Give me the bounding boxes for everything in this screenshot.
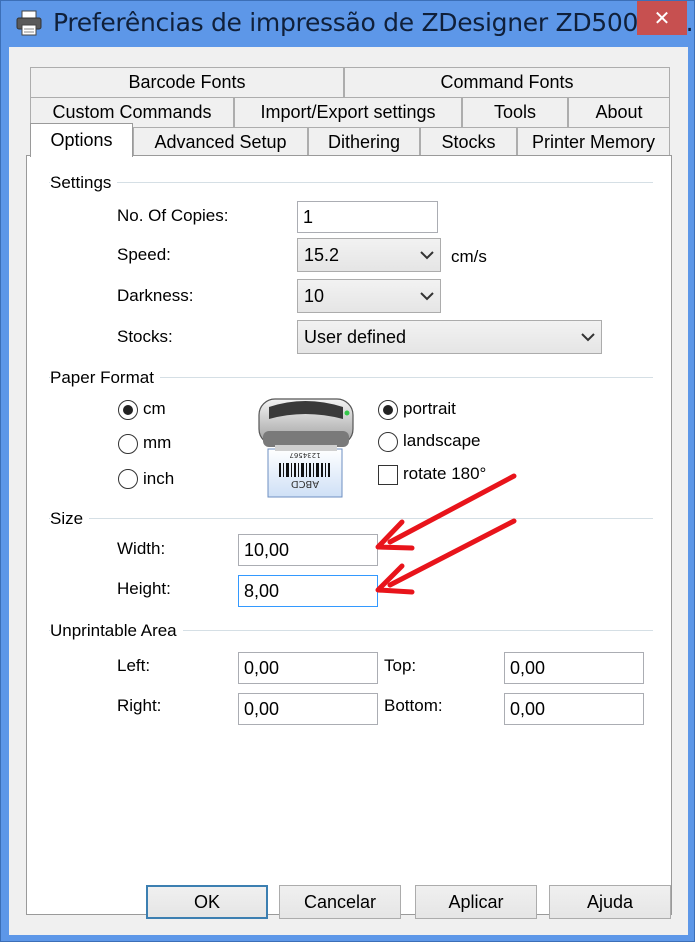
speed-label: Speed: [117,245,171,264]
portrait-radio[interactable] [378,400,398,420]
label-printer-preview-image: 1234567 ABCD [258,398,354,498]
darkness-select[interactable]: 10 [297,279,441,313]
darkness-value: 10 [304,286,325,306]
bottom-margin-input[interactable]: 0,00 [504,693,644,725]
window-title: Preferências de impressão de ZDesigner Z… [53,8,695,37]
paper-format-group-label: Paper Format [50,368,160,388]
height-label: Height: [117,579,171,598]
copies-label: No. Of Copies: [117,206,229,225]
unit-mm-radio[interactable] [118,434,138,454]
tab-advanced-setup[interactable]: Advanced Setup [133,127,308,157]
unit-cm-radio[interactable] [118,400,138,420]
settings-group-label: Settings [50,173,118,193]
stocks-select[interactable]: User defined [297,320,602,354]
right-margin-label: Right: [117,696,162,715]
width-input[interactable]: 10,00 [238,534,378,566]
height-input[interactable]: 8,00 [238,575,378,607]
help-button[interactable]: Ajuda [549,885,671,919]
speed-unit: cm/s [451,247,487,266]
unit-inch-label: inch [143,469,175,488]
unit-cm-label: cm [143,399,166,418]
tab-dithering[interactable]: Dithering [308,127,420,157]
speed-value: 15.2 [304,245,340,265]
copies-input[interactable]: 1 [297,201,438,233]
preview-label-text: ABCD [291,478,320,489]
bottom-margin-label: Bottom: [384,696,443,715]
cancel-button[interactable]: Cancelar [279,885,401,919]
size-group-label: Size [50,509,90,529]
unprintable-group-label: Unprintable Area [50,621,183,641]
chevron-down-icon [581,333,595,342]
preview-small-text: 1234567 [289,451,320,459]
landscape-label: landscape [403,431,481,450]
settings-group-line [49,182,653,184]
tab-stocks[interactable]: Stocks [420,127,517,157]
apply-button[interactable]: Aplicar [415,885,537,919]
rotate-180-checkbox[interactable] [378,465,398,485]
width-label: Width: [117,539,166,558]
tab-printer-memory[interactable]: Printer Memory [517,127,670,157]
left-margin-label: Left: [117,656,151,675]
chevron-down-icon [420,251,434,260]
right-margin-input[interactable]: 0,00 [238,693,378,725]
close-button[interactable]: ✕ [637,1,687,35]
stocks-label: Stocks: [117,327,173,346]
unit-inch-radio[interactable] [118,469,138,489]
left-margin-input[interactable]: 0,00 [238,652,378,684]
size-group-line [49,518,653,520]
landscape-radio[interactable] [378,432,398,452]
speed-select[interactable]: 15.2 [297,238,441,272]
tab-options[interactable]: Options [30,123,133,157]
options-panel: Settings No. Of Copies: 1 Speed: 15.2 cm… [26,155,672,915]
tab-barcode-fonts[interactable]: Barcode Fonts [30,67,344,97]
print-preferences-window: Preferências de impressão de ZDesigner Z… [0,0,695,942]
tab-import-export-settings[interactable]: Import/Export settings [234,97,462,127]
rotate-180-label: rotate 180° [403,464,487,483]
top-margin-label: Top: [384,656,417,675]
unit-mm-label: mm [143,433,172,452]
stocks-value: User defined [304,327,407,347]
tab-command-fonts[interactable]: Command Fonts [344,67,670,97]
tab-tools[interactable]: Tools [462,97,568,127]
chevron-down-icon [420,292,434,301]
top-margin-input[interactable]: 0,00 [504,652,644,684]
darkness-label: Darkness: [117,286,194,305]
title-bar[interactable]: Preferências de impressão de ZDesigner Z… [1,1,695,47]
portrait-label: portrait [403,399,456,418]
printer-icon [16,10,42,36]
tab-about[interactable]: About [568,97,670,127]
ok-button[interactable]: OK [146,885,268,919]
dialog-client-area: Barcode Fonts Command Fonts Custom Comma… [9,47,688,935]
